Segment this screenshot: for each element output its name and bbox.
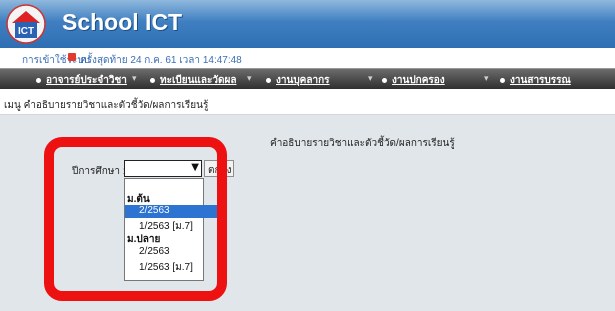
bullet-icon xyxy=(500,77,505,83)
breadcrumb-bar: เมนู คำอธิบายรายวิชาและตัวชี้วัด/ผลการเร… xyxy=(0,94,615,115)
nav-item-personnel[interactable]: งานบุคลากร xyxy=(266,73,330,88)
bullet-icon xyxy=(382,77,387,83)
status-bar: การเข้าใช้ระบบ ครั้งสุดท้าย 24 ก.ค. 61 เ… xyxy=(0,48,615,68)
chevron-down-icon: ▾ xyxy=(484,74,489,84)
nav-item-teacher[interactable]: อาจารย์ประจำวิชา xyxy=(36,73,127,88)
app-title: School ICT xyxy=(62,9,183,35)
svg-text:ICT: ICT xyxy=(18,26,34,37)
bullet-icon xyxy=(266,77,271,83)
logout-icon[interactable] xyxy=(68,53,76,61)
nav-item-documents[interactable]: งานสารบรรณ xyxy=(500,73,571,88)
nav-item-discipline[interactable]: งานปกครอง xyxy=(382,73,445,88)
breadcrumb: เมนู คำอธิบายรายวิชาและตัวชี้วัด/ผลการเร… xyxy=(4,100,209,111)
highlight-annotation xyxy=(44,137,227,301)
bullet-icon xyxy=(150,77,155,83)
app-header: ICT School ICT xyxy=(0,0,615,48)
main-nav: อาจารย์ประจำวิชา ▾ ทะเบียนและวัดผล ▾ งาน… xyxy=(0,68,615,89)
chevron-down-icon: ▾ xyxy=(368,74,373,84)
bullet-icon xyxy=(36,77,41,83)
page-title: คำอธิบายรายวิชาและตัวชี้วัด/ผลการเรียนรู… xyxy=(270,138,455,149)
chevron-down-icon: ▾ xyxy=(247,74,252,84)
chevron-down-icon: ▾ xyxy=(132,74,137,84)
school-house-icon: ICT xyxy=(6,4,46,44)
nav-item-registration[interactable]: ทะเบียนและวัดผล xyxy=(150,73,236,88)
last-login-text: ครั้งสุดท้าย 24 ก.ค. 61 เวลา 14:47:48 xyxy=(80,55,242,66)
